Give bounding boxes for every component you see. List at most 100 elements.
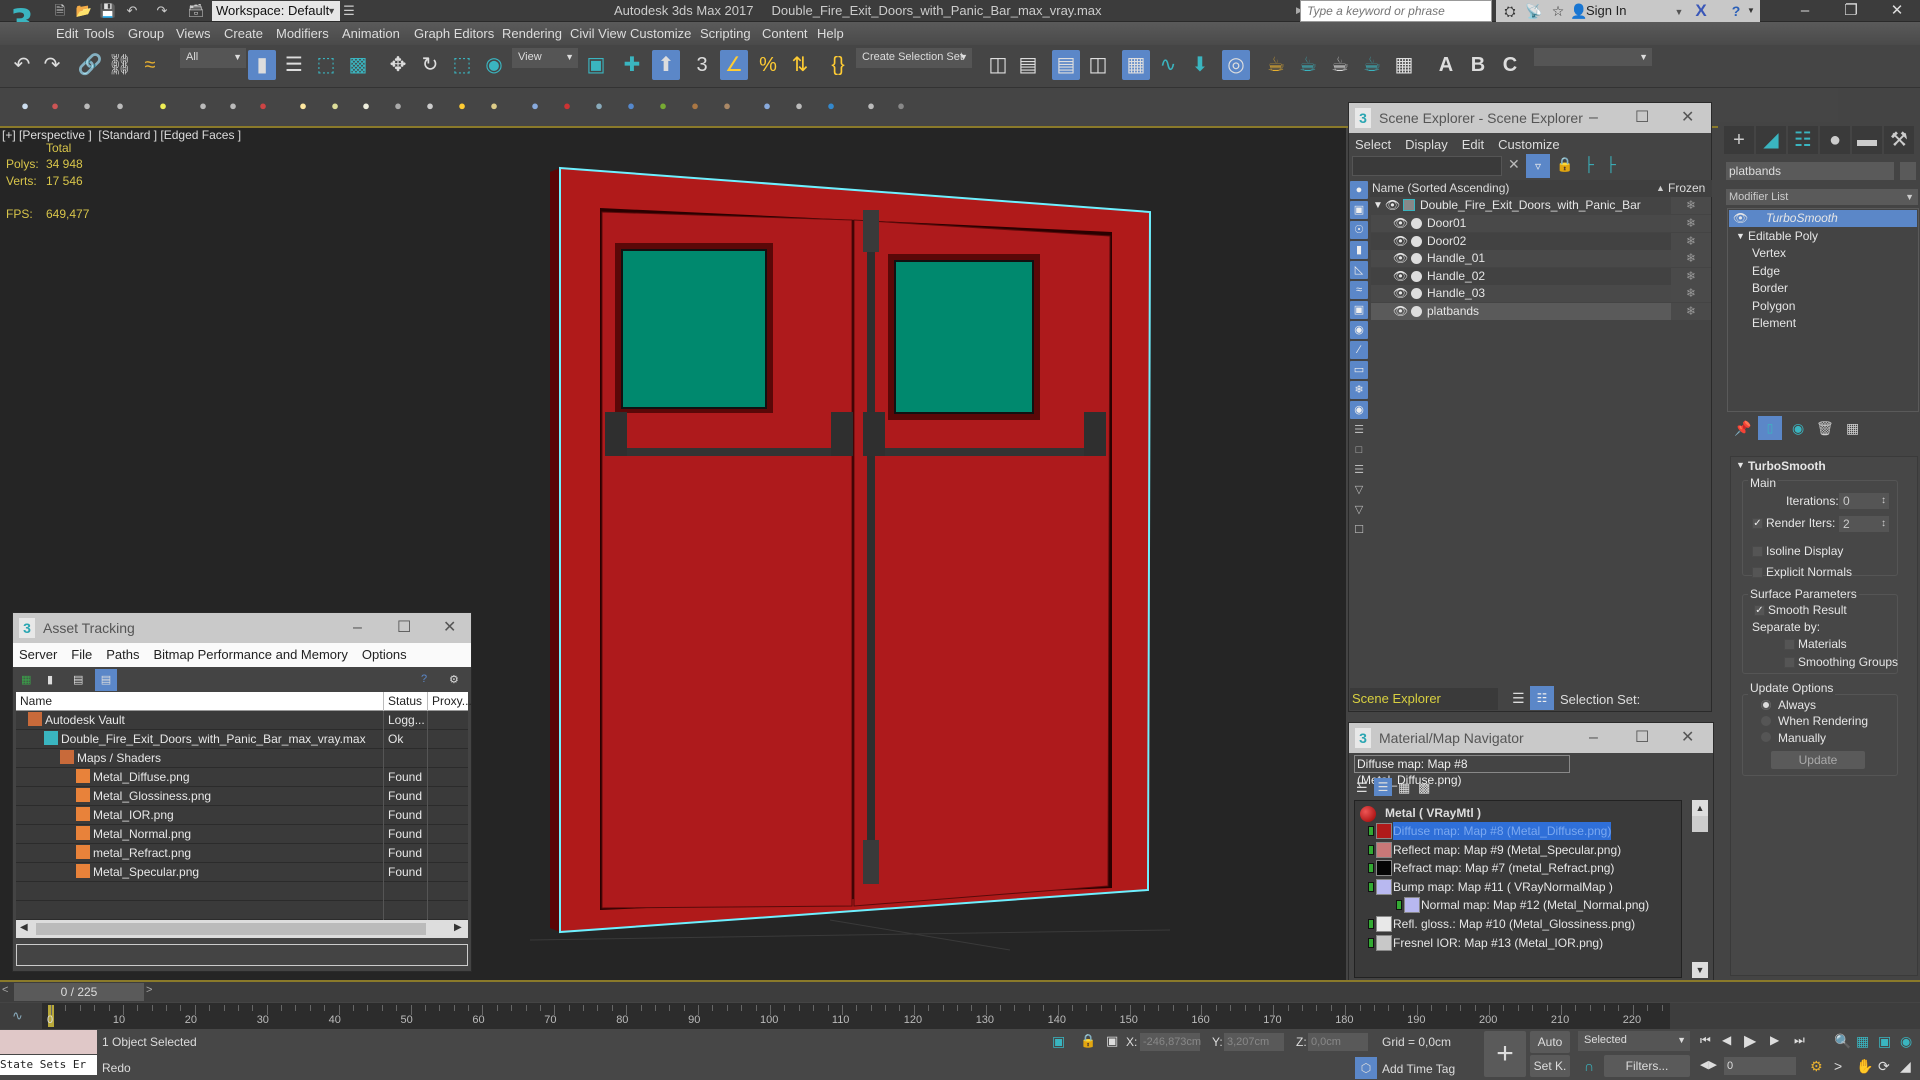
toolbar2-tool-icon[interactable]: ● (454, 97, 470, 115)
unlink-icon[interactable]: ⛓ (106, 50, 134, 80)
scene-menu-display[interactable]: Display (1405, 137, 1448, 152)
visibility-eye-icon[interactable]: 👁 (1733, 210, 1748, 227)
iterations-spinner[interactable]: 0 (1839, 493, 1889, 509)
filter-bones-icon[interactable]: ∕ (1350, 341, 1368, 359)
render-iters-checkbox[interactable]: ✓ (1752, 518, 1763, 529)
filter-display-none-icon[interactable]: □ (1350, 441, 1368, 459)
scene-row[interactable]: 👁 Handle_02 ❄ (1371, 267, 1711, 285)
scroll-up-icon[interactable]: ▲ (1692, 800, 1708, 816)
layers-icon[interactable]: ☰ (1512, 690, 1525, 707)
asset-row[interactable]: Metal_Normal.png Found (16, 825, 468, 844)
zoom-extents-all-icon[interactable]: ◉ (1900, 1033, 1912, 1050)
text-a-icon[interactable]: A (1432, 50, 1460, 80)
filter-hidden-icon[interactable]: ◉ (1350, 401, 1368, 419)
frozen-icon[interactable]: ❄ (1671, 267, 1711, 285)
asset-row[interactable]: Autodesk Vault Logg... (16, 711, 468, 730)
map-item[interactable]: Normal map: Map #12 (Metal_Normal.png) (1421, 896, 1649, 914)
stack-subobject[interactable]: Vertex (1752, 245, 1786, 262)
next-frame-icon[interactable]: > (146, 984, 152, 996)
select-manipulate-icon[interactable]: ✚ (618, 50, 646, 80)
asset-menu-options[interactable]: Options (362, 647, 407, 662)
render-production-icon[interactable]: ☕ (1326, 50, 1354, 80)
toolbar2-tool-icon[interactable]: ● (823, 97, 839, 115)
minimize-button[interactable]: – (1782, 0, 1828, 22)
vertical-scrollbar[interactable]: ▲ ▼ (1692, 800, 1708, 978)
scene-menu-customize[interactable]: Customize (1498, 137, 1559, 152)
help-icon[interactable]: ? (1726, 2, 1746, 20)
select-by-name-icon[interactable]: ☰ (280, 50, 308, 80)
redo-button[interactable]: ↷ (38, 50, 66, 80)
keyboard-shortcut-override-icon[interactable]: ⬆ (652, 50, 680, 80)
filter-geometry-icon[interactable]: ● (1350, 181, 1368, 199)
key-filters-button[interactable]: Filters... (1604, 1055, 1690, 1077)
smooth-result-checkbox[interactable]: ✓ (1754, 605, 1765, 616)
large-icons-view-icon[interactable]: ▩ (1418, 780, 1430, 796)
mirror-icon[interactable]: ◫ (984, 50, 1012, 80)
viewport-label[interactable]: [+] [Perspective ] [Standard ] [Edged Fa… (2, 128, 241, 142)
add-time-tag[interactable]: Add Time Tag (1382, 1062, 1455, 1076)
map-item[interactable]: Refl. gloss.: Map #10 (Metal_Glossiness.… (1393, 915, 1635, 933)
scene-menu-select[interactable]: Select (1355, 137, 1391, 152)
asset-row[interactable]: Metal_Diffuse.png Found (16, 768, 468, 787)
maximize-viewport-icon[interactable]: ◢ (1900, 1058, 1911, 1075)
curve-editor-icon[interactable]: ∿ (1154, 50, 1182, 80)
set-key-mode-button[interactable]: + (1484, 1031, 1526, 1077)
field-of-view-icon[interactable]: > (1834, 1058, 1842, 1074)
workspace-dropdown[interactable]: Workspace: Default ▼ (212, 1, 340, 21)
asset-path-field[interactable] (16, 944, 468, 966)
user-icon[interactable]: 👤 (1570, 2, 1587, 20)
asset-menu-paths[interactable]: Paths (106, 647, 139, 662)
asset-menu-file[interactable]: File (71, 647, 92, 662)
object-name-input[interactable]: platbands (1726, 162, 1894, 180)
percent-snap-icon[interactable]: % (754, 50, 782, 80)
toolbar2-tool-icon[interactable]: ● (655, 97, 671, 115)
orbit-icon[interactable]: ⟳ (1878, 1058, 1890, 1075)
rollout-title[interactable]: TurboSmooth (1748, 459, 1826, 473)
reference-coordinate-dropdown[interactable]: View ▼ (512, 48, 578, 68)
visibility-eye-icon[interactable]: 👁 (1393, 215, 1408, 232)
horizontal-scrollbar[interactable]: ◀ ▶ (16, 920, 468, 938)
menu-scripting[interactable]: Scripting (700, 22, 751, 45)
hierarchy-expand-icon[interactable]: ├ (1584, 156, 1594, 172)
next-key-icon[interactable]: ▶ (1770, 1033, 1779, 1047)
toolbar2-tool-icon[interactable]: ● (195, 97, 211, 115)
frozen-icon[interactable]: ❄ (1671, 285, 1711, 302)
frozen-icon[interactable]: ❄ (1671, 302, 1711, 320)
vault-icon[interactable]: ▦ (21, 673, 31, 686)
star-icon[interactable]: ☆ (1548, 2, 1568, 20)
render-iterative-icon[interactable]: ▦ (1390, 50, 1418, 80)
visibility-eye-icon[interactable]: 👁 (1393, 250, 1408, 267)
filter-filter-icon[interactable]: ▽ (1350, 501, 1368, 519)
menu-modifiers[interactable]: Modifiers (276, 22, 329, 45)
scrollbar-thumb[interactable] (36, 923, 426, 935)
scroll-down-icon[interactable]: ▼ (1692, 962, 1708, 978)
toolbar2-tool-icon[interactable]: ● (358, 97, 374, 115)
asset-row[interactable]: metal_Refract.png Found (16, 844, 468, 863)
scene-row[interactable]: 👁 Handle_01 ❄ (1371, 250, 1711, 267)
material-editor-icon[interactable]: ◎ (1222, 50, 1250, 80)
search-box[interactable] (1300, 0, 1492, 22)
open-file-icon[interactable]: 📂 (74, 2, 94, 20)
scale-icon[interactable]: ⬚ (448, 50, 476, 80)
new-file-icon[interactable]: 🗎 (50, 2, 70, 20)
visibility-eye-icon[interactable]: 👁 (1393, 303, 1408, 320)
minimize-button[interactable]: – (1589, 723, 1598, 753)
previous-key-icon[interactable]: ◀ (1722, 1033, 1731, 1047)
column-header-status[interactable]: Status (384, 692, 428, 711)
project-folder-icon[interactable]: 🗃 (186, 2, 206, 20)
pan-icon[interactable]: ✋ (1856, 1058, 1873, 1075)
scene-row[interactable]: 👁 Handle_03 ❄ (1371, 285, 1711, 302)
z-coordinate-field[interactable]: 0,0cm (1308, 1033, 1368, 1051)
configure-modifier-sets-icon[interactable]: ▦ (1846, 420, 1859, 437)
toolbar2-tool-icon[interactable]: ● (863, 97, 879, 115)
menu-content[interactable]: Content (762, 22, 808, 45)
map-item[interactable]: Refract map: Map #7 (metal_Refract.png) (1393, 859, 1614, 877)
explorer-type-dropdown[interactable]: Scene Explorer (1350, 688, 1498, 710)
rollout-collapse-icon[interactable]: ▼ (1736, 460, 1745, 470)
scroll-right-icon[interactable]: ▶ (454, 922, 462, 933)
toolbar2-tool-icon[interactable]: ● (295, 97, 311, 115)
current-frame-field[interactable]: 0 (1724, 1057, 1796, 1075)
rectangular-selection-icon[interactable]: ⬚ (312, 50, 340, 80)
column-header-proxy[interactable]: Proxy... (428, 692, 472, 711)
list-view-icon[interactable]: ☰ (1356, 780, 1368, 796)
